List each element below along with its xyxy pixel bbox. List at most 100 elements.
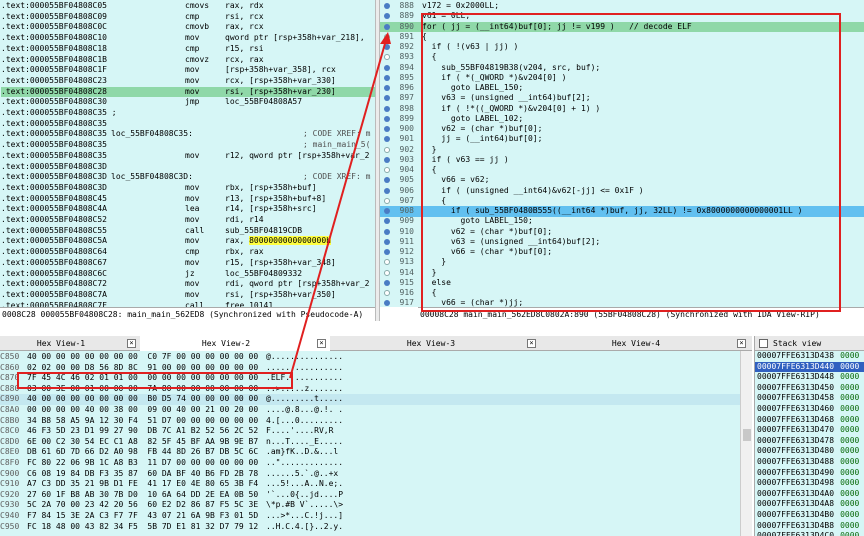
scrollbar-thumb[interactable] [743,429,751,441]
breakpoint-dot-icon[interactable] [384,269,390,276]
hex-row[interactable]: C860 02 02 00 00 D8 56 8D 8C 91 00 00 00 … [0,363,740,374]
breakpoint-dot-icon[interactable] [384,33,390,40]
stack-row[interactable]: 00007FFE6313D448 0000 [755,372,864,383]
pseudocode-line[interactable]: 908 if ( sub_55BF0480B555((__int64 *)buf… [380,206,864,217]
disasm-line[interactable]: .text:000055BF04808C52 mov rdi, r14 [1,215,375,226]
hex-row[interactable]: C900 C6 08 19 84 DB F3 35 87 60 DA BF 40 … [0,469,740,480]
breakpoint-dot-icon[interactable] [384,238,390,245]
breakpoint-dot-icon[interactable] [384,279,390,286]
pseudocode-line[interactable]: 910 v62 = (char *)buf[0]; [380,227,864,238]
stack-row[interactable]: 00007FFE6313D460 0000 [755,404,864,415]
pseudocode-line[interactable]: 899 goto LABEL_102; [380,114,864,125]
breakpoint-dot-icon[interactable] [384,85,390,91]
disasm-line[interactable]: .text:000055BF04808C3D [1,162,375,173]
disasm-line[interactable]: .text:000055BF04808C45 mov r13, [rsp+358h+… [1,194,375,205]
disasm-line[interactable]: .text:000055BF04808C10 mov qword ptr [rsp+… [1,33,375,44]
breakpoint-dot-icon[interactable] [384,115,390,122]
pseudocode-line[interactable]: 913 } [380,257,864,268]
stack-row[interactable]: 00007FFE6313D468 0000 [755,415,864,426]
pseudocode-line[interactable]: 906 if ( (unsigned __int64)&v62[-jj] <= … [380,186,864,197]
disasm-line[interactable]: .text:000055BF04808C3D loc_55BF04808C3D:;… [1,172,375,183]
close-icon[interactable]: × [317,339,326,348]
disasm-line[interactable]: .text:000055BF04808C6C jz loc_55BF04809332 [1,269,375,280]
pseudocode-line[interactable]: 912 v66 = (char *)buf[0]; [380,247,864,258]
disasm-line[interactable]: .text:000055BF04808C23 mov rcx, [rsp+358h+… [1,76,375,87]
pseudocode-line[interactable]: 891 { [380,32,864,43]
pseudocode-line[interactable]: 901 jj = (__int64)buf[0]; [380,134,864,145]
disasm-line[interactable]: .text:000055BF04808C35 [1,119,375,130]
breakpoint-dot-icon[interactable] [384,126,390,132]
disasm-line[interactable]: .text:000055BF04808C35 ; [1,108,375,119]
disasm-line[interactable]: .text:000055BF04808C1F mov [rsp+358h+var_3… [1,65,375,76]
breakpoint-dot-icon[interactable] [384,64,390,71]
pseudocode-line[interactable]: 903 if ( v63 == jj ) [380,155,864,166]
disasm-line[interactable]: .text:000055BF04808C67 mov r15, [rsp+358h+… [1,258,375,269]
pseudocode-line[interactable]: 894 sub_55BF04819B38(v204, src, buf); [380,63,864,74]
ida-disassembly-view[interactable]: .text:000055BF04808C05 cmovs rax, rdx .text… [0,0,375,307]
breakpoint-dot-icon[interactable] [384,3,390,9]
disasm-line[interactable]: .text:000055BF04808C30 jmp loc_55BF04808A5… [1,97,375,108]
tab-hex-view-4[interactable]: Hex View-4 × [540,336,750,351]
stack-row[interactable]: 00007FFE6313D480 0000 [755,446,864,457]
breakpoint-dot-icon[interactable] [384,23,390,30]
stack-row[interactable]: 00007FFE6313D478 0000 [755,436,864,447]
stack-row[interactable]: 00007FFE6313D488 0000 [755,457,864,468]
stack-row[interactable]: 00007FFE6313D4B8 0000 [755,521,864,532]
disasm-line[interactable]: .text:000055BF04808C4A lea r14, [rsp+358h+… [1,204,375,215]
disasm-line[interactable]: .text:000055BF04808C72 mov rdi, qword ptr … [1,279,375,290]
disasm-line[interactable]: .text:000055BF04808C1B cmovz rcx, rax [1,55,375,66]
close-icon[interactable]: × [527,339,536,348]
hex-scrollbar[interactable] [740,351,752,536]
stack-row[interactable]: 00007FFE6313D440 0000 [755,361,864,373]
disasm-line[interactable]: .text:000055BF04808C28 mov rsi, [rsp+358h+… [1,86,375,98]
close-icon[interactable]: × [127,339,136,348]
pseudocode-line[interactable]: 888 v172 = 0x2000LL; [380,1,864,12]
pseudocode-line[interactable]: 909 goto LABEL_150; [380,216,864,227]
breakpoint-dot-icon[interactable] [384,44,390,50]
breakpoint-dot-icon[interactable] [384,228,390,235]
stack-row[interactable]: 00007FFE6313D490 0000 [755,468,864,479]
stack-row[interactable]: 00007FFE6313D498 0000 [755,478,864,489]
breakpoint-dot-icon[interactable] [384,177,390,184]
stack-row[interactable]: 00007FFE6313D4A8 0000 [755,499,864,510]
hex-view[interactable]: C850 40 00 00 00 00 00 00 00 C0 7F 00 00 … [0,351,740,536]
disasm-line[interactable]: .text:000055BF04808C7A mov rsi, [rsp+358h+… [1,290,375,301]
disasm-line[interactable]: .text:000055BF04808C35 loc_55BF04808C35:;… [1,129,375,140]
disasm-line[interactable]: .text:000055BF04808C18 cmp r15, rsi [1,44,375,55]
breakpoint-dot-icon[interactable] [384,300,390,307]
disasm-line[interactable]: .text:000055BF04808C0C cmovb rax, rcx [1,22,375,33]
breakpoint-dot-icon[interactable] [384,136,390,143]
pseudocode-line[interactable]: 905 v66 = v62; [380,175,864,186]
breakpoint-dot-icon[interactable] [384,105,390,112]
disasm-line[interactable]: .text:000055BF04808C09 cmp rsi, rcx [1,12,375,23]
pseudocode-line[interactable]: 897 v63 = (unsigned __int64)buf[2]; [380,93,864,104]
pseudocode-line[interactable]: 898 if ( !*((_QWORD *)&v204[0] + 1) ) [380,104,864,115]
pseudocode-line[interactable]: 911 v63 = (unsigned __int64)buf[2]; [380,237,864,248]
breakpoint-dot-icon[interactable] [384,197,390,204]
stack-row[interactable]: 00007FFE6313D450 0000 [755,383,864,394]
disasm-line[interactable]: .text:000055BF04808C3D mov rbx, [rsp+358h+… [1,183,375,194]
breakpoint-dot-icon[interactable] [384,259,390,266]
hex-row[interactable]: C940 F7 84 15 3E 2A C3 F7 7F 43 07 21 6A … [0,511,740,522]
pseudocode-line[interactable]: 907 { [380,196,864,207]
hex-row[interactable]: C8B0 34 B8 58 A5 9A 12 30 F4 51 D7 00 00 … [0,416,740,427]
tab-hex-view-2[interactable]: Hex View-2 × [140,336,330,351]
pseudocode-line[interactable]: 895 if ( *(_QWORD *)&v204[0] ) [380,73,864,84]
hex-row[interactable]: C8D0 6E 00 C2 30 54 EC C1 A8 82 5F 45 BF … [0,437,740,448]
pseudocode-line[interactable]: 914 } [380,268,864,279]
pseudocode-line[interactable]: 916 { [380,288,864,299]
hex-row[interactable]: C870 7F 45 4C 46 02 01 01 00 00 00 00 00 … [0,373,740,384]
stack-row[interactable]: 00007FFE6313D458 0000 [755,393,864,404]
stack-row[interactable]: 00007FFE6313D438 0000 [755,351,864,362]
disasm-line[interactable]: .text:000055BF04808C35 mov r12, qword ptr … [1,151,375,162]
tab-hex-view-3[interactable]: Hex View-3 × [340,336,540,351]
stack-row[interactable]: 00007FFE6313D470 0000 [755,425,864,436]
pseudocode-line[interactable]: 892 if ( !(v63 | jj) ) [380,42,864,53]
breakpoint-dot-icon[interactable] [384,54,390,61]
hex-row[interactable]: C850 40 00 00 00 00 00 00 00 C0 7F 00 00 … [0,352,740,363]
pseudocode-line[interactable]: 902 } [380,145,864,156]
pseudocode-line[interactable]: 917 v66 = (char *)jj; [380,298,864,307]
close-icon[interactable]: × [737,339,746,348]
breakpoint-dot-icon[interactable] [384,156,390,163]
breakpoint-dot-icon[interactable] [384,249,390,255]
